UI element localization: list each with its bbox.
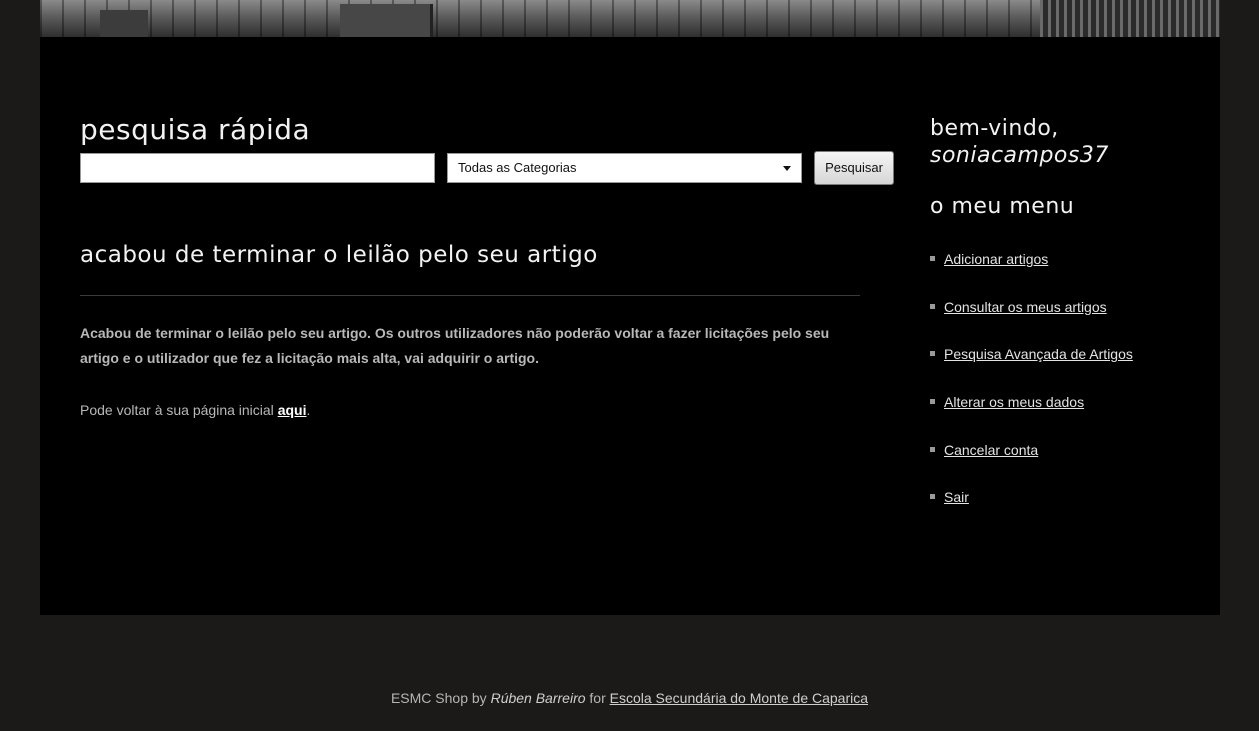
back-home-prefix: Pode voltar à sua página inicial <box>80 402 278 418</box>
page-title: acabou de terminar o leilão pelo seu art… <box>80 242 598 268</box>
bullet-square-icon <box>930 351 935 357</box>
back-home-end: . <box>306 402 311 418</box>
bullet-square-icon <box>930 256 935 261</box>
search-input[interactable] <box>80 153 435 183</box>
user-menu: Adicionar artigos Consultar os meus arti… <box>930 249 1133 535</box>
back-home-text: Pode voltar à sua página inicial aqui. <box>80 399 310 421</box>
category-select[interactable]: Todas as Categorias <box>447 153 802 183</box>
menu-item-logout: Sair <box>930 487 1133 535</box>
username: soniacampos37 <box>930 143 1109 168</box>
bullet-square-icon <box>930 303 935 309</box>
menu-link-logout[interactable]: Sair <box>944 489 969 505</box>
welcome-heading: bem-vindo, <box>930 116 1059 141</box>
divider <box>80 295 860 296</box>
category-select-value: Todas as Categorias <box>458 160 577 175</box>
menu-item-edit-data: Alterar os meus dados <box>930 392 1133 440</box>
menu-link-edit-data[interactable]: Alterar os meus dados <box>944 394 1084 410</box>
banner-building-shape <box>100 10 148 37</box>
menu-item-cancel-account: Cancelar conta <box>930 440 1133 488</box>
home-link[interactable]: aqui <box>278 402 307 418</box>
menu-link-add-items[interactable]: Adicionar artigos <box>944 251 1048 267</box>
menu-item-advanced-search: Pesquisa Avançada de Artigos <box>930 344 1133 392</box>
search-button[interactable]: Pesquisar <box>814 151 894 185</box>
bullet-square-icon <box>930 494 935 500</box>
chevron-down-icon <box>783 166 791 171</box>
footer-school-link[interactable]: Escola Secundária do Monte de Caparica <box>610 690 868 706</box>
footer: ESMC Shop by Rúben Barreiro for Escola S… <box>0 688 1259 708</box>
banner-building-shape <box>340 4 433 37</box>
bullet-square-icon <box>930 446 935 452</box>
footer-middle: for <box>585 690 610 706</box>
footer-author: Rúben Barreiro <box>490 690 586 706</box>
quick-search-title: pesquisa rápida <box>80 113 311 146</box>
menu-link-my-items[interactable]: Consultar os meus artigos <box>944 299 1107 315</box>
header-banner-image <box>40 0 1220 37</box>
menu-link-advanced-search[interactable]: Pesquisa Avançada de Artigos <box>944 346 1133 362</box>
menu-item-add-items: Adicionar artigos <box>930 249 1133 297</box>
menu-link-cancel-account[interactable]: Cancelar conta <box>944 442 1038 458</box>
bullet-square-icon <box>930 399 935 405</box>
menu-item-my-items: Consultar os meus artigos <box>930 297 1133 345</box>
content-panel: pesquisa rápida Todas as Categorias Pesq… <box>40 37 1220 615</box>
banner-railing-shape <box>1040 0 1220 37</box>
menu-title: o meu menu <box>930 194 1075 219</box>
auction-ended-message: Acabou de terminar o leilão pelo seu art… <box>80 325 830 366</box>
footer-prefix: ESMC Shop by <box>390 690 491 706</box>
